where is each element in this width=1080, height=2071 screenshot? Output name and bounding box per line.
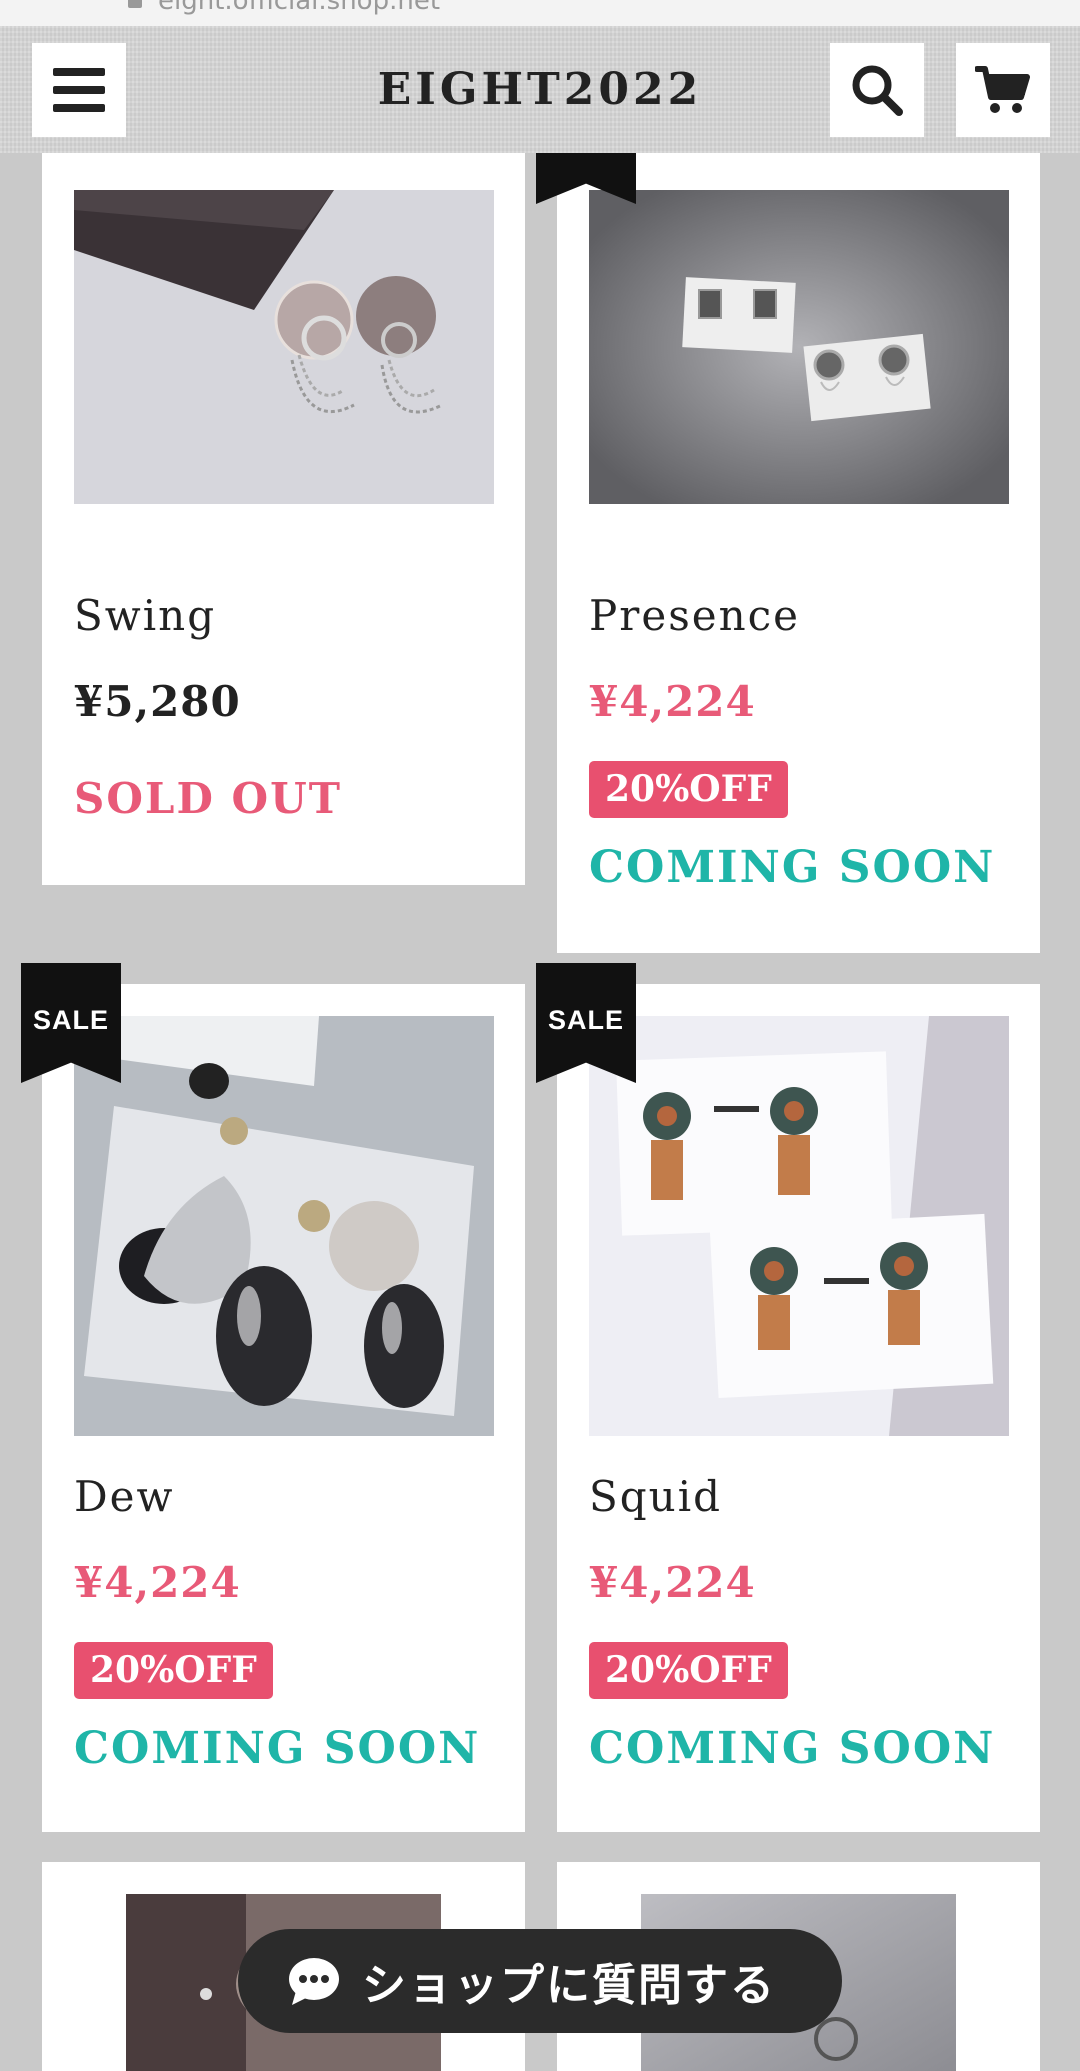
discount-badge: 20%OFF xyxy=(589,761,788,818)
menu-button[interactable] xyxy=(32,43,126,137)
chat-button-label: ショップに質問する xyxy=(362,1960,776,2011)
product-name[interactable]: Swing xyxy=(74,591,216,640)
product-card-swing[interactable]: Swing ¥5,280 SOLD OUT xyxy=(42,153,525,885)
product-card-dew[interactable]: Dew ¥4,224 20%OFF COMING SOON xyxy=(42,984,525,1832)
product-sale-price: ¥4,224 xyxy=(589,1558,756,1607)
coming-soon-label: COMING SOON xyxy=(589,842,996,893)
product-price: ¥5,280 xyxy=(74,677,241,726)
coming-soon-label: COMING SOON xyxy=(589,1723,996,1774)
product-image-squid[interactable] xyxy=(589,1016,1009,1436)
chat-bubble-icon xyxy=(289,1958,339,2005)
discount-badge: 20%OFF xyxy=(589,1642,788,1699)
discount-badge: 20%OFF xyxy=(74,1642,273,1699)
product-name[interactable]: Presence xyxy=(589,591,800,640)
product-sale-price: ¥4,224 xyxy=(589,677,756,726)
browser-url: eight.official.shop.net xyxy=(158,0,441,16)
ask-shop-chat-button[interactable]: ショップに質問する xyxy=(238,1929,842,2033)
product-card-presence[interactable]: Presence ¥4,224 20%OFF COMING SOON xyxy=(557,153,1040,953)
product-image-dew[interactable] xyxy=(74,1016,494,1436)
browser-url-bar: eight.official.shop.net xyxy=(0,0,1080,26)
product-name[interactable]: Squid xyxy=(589,1472,722,1521)
search-icon xyxy=(852,65,903,116)
product-image-presence[interactable] xyxy=(589,190,1009,504)
product-name[interactable]: Dew xyxy=(74,1472,174,1521)
site-header: EIGHT2022 xyxy=(0,26,1080,153)
lock-icon xyxy=(128,0,142,8)
coming-soon-label: COMING SOON xyxy=(74,1723,481,1774)
product-sale-price: ¥4,224 xyxy=(74,1558,241,1607)
product-card-squid[interactable]: Squid ¥4,224 20%OFF COMING SOON xyxy=(557,984,1040,1832)
cart-icon xyxy=(975,66,1030,113)
search-button[interactable] xyxy=(830,43,924,137)
hamburger-menu-icon xyxy=(53,68,105,112)
sold-out-label: SOLD OUT xyxy=(74,774,342,823)
product-image-swing[interactable] xyxy=(74,190,494,504)
cart-button[interactable] xyxy=(956,43,1050,137)
